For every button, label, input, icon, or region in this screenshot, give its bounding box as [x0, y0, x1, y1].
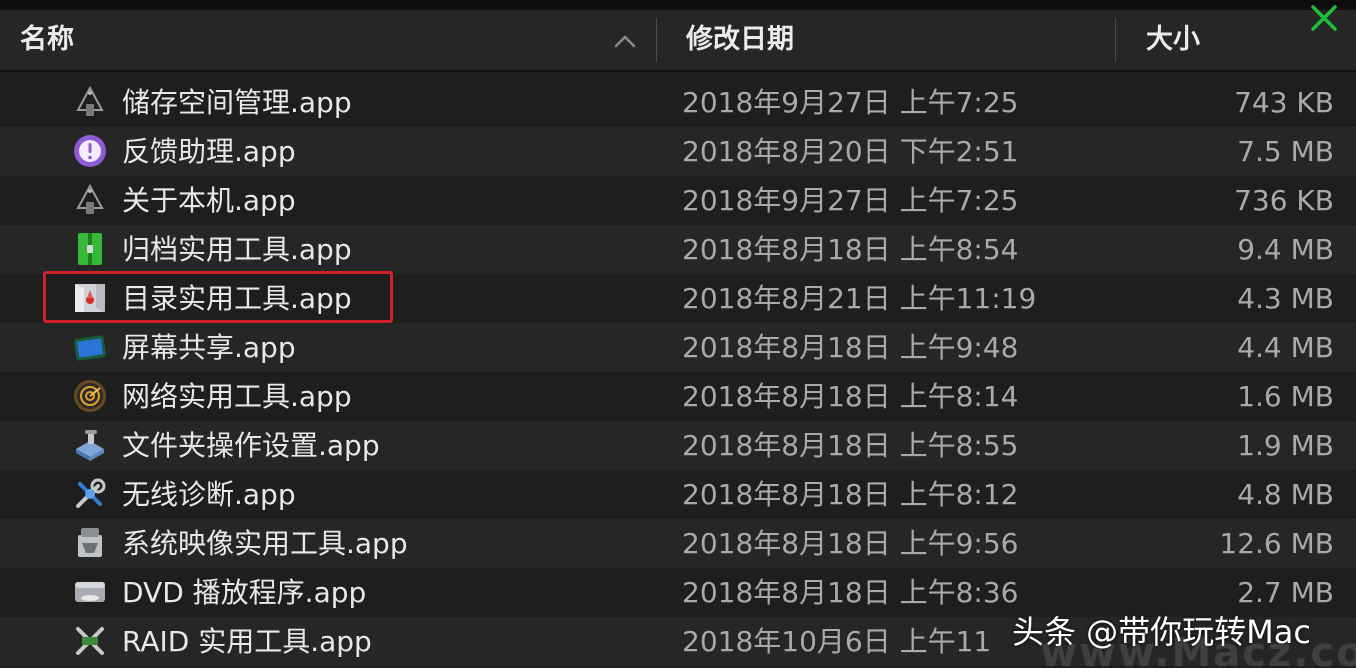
- window-top-edge: [0, 0, 1356, 10]
- table-row[interactable]: 归档实用工具.app 2018年8月18日 上午8:54 9.4 MB: [0, 225, 1356, 274]
- file-size: 4.3 MB: [1237, 282, 1334, 315]
- file-size: 1.9 MB: [1237, 429, 1334, 462]
- table-row[interactable]: 屏幕共享.app 2018年8月18日 上午9:48 4.4 MB: [0, 323, 1356, 372]
- file-name: 目录实用工具.app: [122, 282, 352, 315]
- file-size: 743 KB: [1234, 86, 1334, 119]
- feedback-assistant-icon: [72, 133, 108, 169]
- network-utility-icon: [72, 378, 108, 414]
- file-modified-date: 2018年8月21日 上午11:19: [682, 282, 1037, 315]
- file-name: 反馈助理.app: [122, 135, 296, 168]
- file-name: 关于本机.app: [122, 184, 296, 217]
- file-size: 9.4 MB: [1237, 233, 1334, 266]
- file-size: 4.8 MB: [1237, 478, 1334, 511]
- close-icon[interactable]: [1306, 2, 1342, 34]
- file-size: 12.6 MB: [1219, 527, 1334, 560]
- wireless-diagnostics-icon: [72, 476, 108, 512]
- table-row[interactable]: 无线诊断.app 2018年8月18日 上午8:12 4.8 MB: [0, 470, 1356, 519]
- directory-utility-icon: [72, 280, 108, 316]
- file-name: 网络实用工具.app: [122, 380, 352, 413]
- file-modified-date: 2018年8月18日 上午8:14: [682, 380, 1019, 413]
- finder-window: 名称 修改日期 大小 储存空间管理.app 2018年9月27日 上午7:25 74…: [0, 0, 1356, 668]
- file-name: 系统映像实用工具.app: [122, 527, 408, 560]
- file-name: 文件夹操作设置.app: [122, 429, 380, 462]
- table-row[interactable]: 关于本机.app 2018年9月27日 上午7:25 736 KB: [0, 176, 1356, 225]
- file-name: DVD 播放程序.app: [122, 576, 367, 609]
- column-header-date[interactable]: 修改日期: [686, 10, 1106, 70]
- file-size: 4.4 MB: [1237, 331, 1334, 364]
- watermark: 头条 @带你玩转Mac: [1002, 610, 1342, 660]
- dvd-player-icon: [72, 574, 108, 610]
- file-name: 无线诊断.app: [122, 478, 296, 511]
- file-modified-date: 2018年8月18日 上午9:48: [682, 331, 1019, 364]
- table-row[interactable]: 目录实用工具.app 2018年8月21日 上午11:19 4.3 MB: [0, 274, 1356, 323]
- system-image-utility-icon: [72, 525, 108, 561]
- screen-sharing-icon: [72, 329, 108, 365]
- file-modified-date: 2018年8月18日 上午8:36: [682, 576, 1019, 609]
- table-row[interactable]: 系统映像实用工具.app 2018年8月18日 上午9:56 12.6 MB: [0, 519, 1356, 568]
- column-divider[interactable]: [656, 18, 657, 62]
- file-modified-date: 2018年8月18日 上午9:56: [682, 527, 1019, 560]
- file-modified-date: 2018年8月20日 下午2:51: [682, 135, 1019, 168]
- file-modified-date: 2018年8月18日 上午8:55: [682, 429, 1019, 462]
- table-row[interactable]: 反馈助理.app 2018年8月20日 下午2:51 7.5 MB: [0, 127, 1356, 176]
- file-name: 储存空间管理.app: [122, 86, 352, 119]
- folder-actions-icon: [72, 427, 108, 463]
- file-modified-date: 2018年8月18日 上午8:54: [682, 233, 1019, 266]
- column-header-bar: 名称 修改日期 大小: [0, 10, 1356, 72]
- file-modified-date: 2018年9月27日 上午7:25: [682, 86, 1019, 119]
- column-header-name[interactable]: 名称: [20, 10, 650, 70]
- raid-utility-icon: [72, 623, 108, 659]
- watermark-text: 头条 @带你玩转Mac: [1012, 613, 1311, 651]
- table-row[interactable]: 储存空间管理.app 2018年9月27日 上午7:25 743 KB: [0, 78, 1356, 127]
- file-modified-date: 2018年9月27日 上午7:25: [682, 184, 1019, 217]
- file-size: 7.5 MB: [1237, 135, 1334, 168]
- column-divider[interactable]: [1115, 18, 1116, 62]
- file-name: 归档实用工具.app: [122, 233, 352, 266]
- file-modified-date: 2018年8月18日 上午8:12: [682, 478, 1019, 511]
- file-name: 屏幕共享.app: [122, 331, 296, 364]
- archive-utility-icon: [72, 231, 108, 267]
- chevron-up-icon[interactable]: [612, 32, 638, 50]
- file-list: 储存空间管理.app 2018年9月27日 上午7:25 743 KB 反馈助理.ap…: [0, 78, 1356, 666]
- about-this-mac-icon: [72, 182, 108, 218]
- file-modified-date: 2018年10月6日 上午11: [682, 625, 992, 658]
- table-row[interactable]: 文件夹操作设置.app 2018年8月18日 上午8:55 1.9 MB: [0, 421, 1356, 470]
- column-header-size[interactable]: 大小: [1146, 10, 1326, 70]
- storage-management-icon: [72, 84, 108, 120]
- file-size: 1.6 MB: [1237, 380, 1334, 413]
- file-size: 736 KB: [1234, 184, 1334, 217]
- file-name: RAID 实用工具.app: [122, 625, 372, 658]
- table-row[interactable]: 网络实用工具.app 2018年8月18日 上午8:14 1.6 MB: [0, 372, 1356, 421]
